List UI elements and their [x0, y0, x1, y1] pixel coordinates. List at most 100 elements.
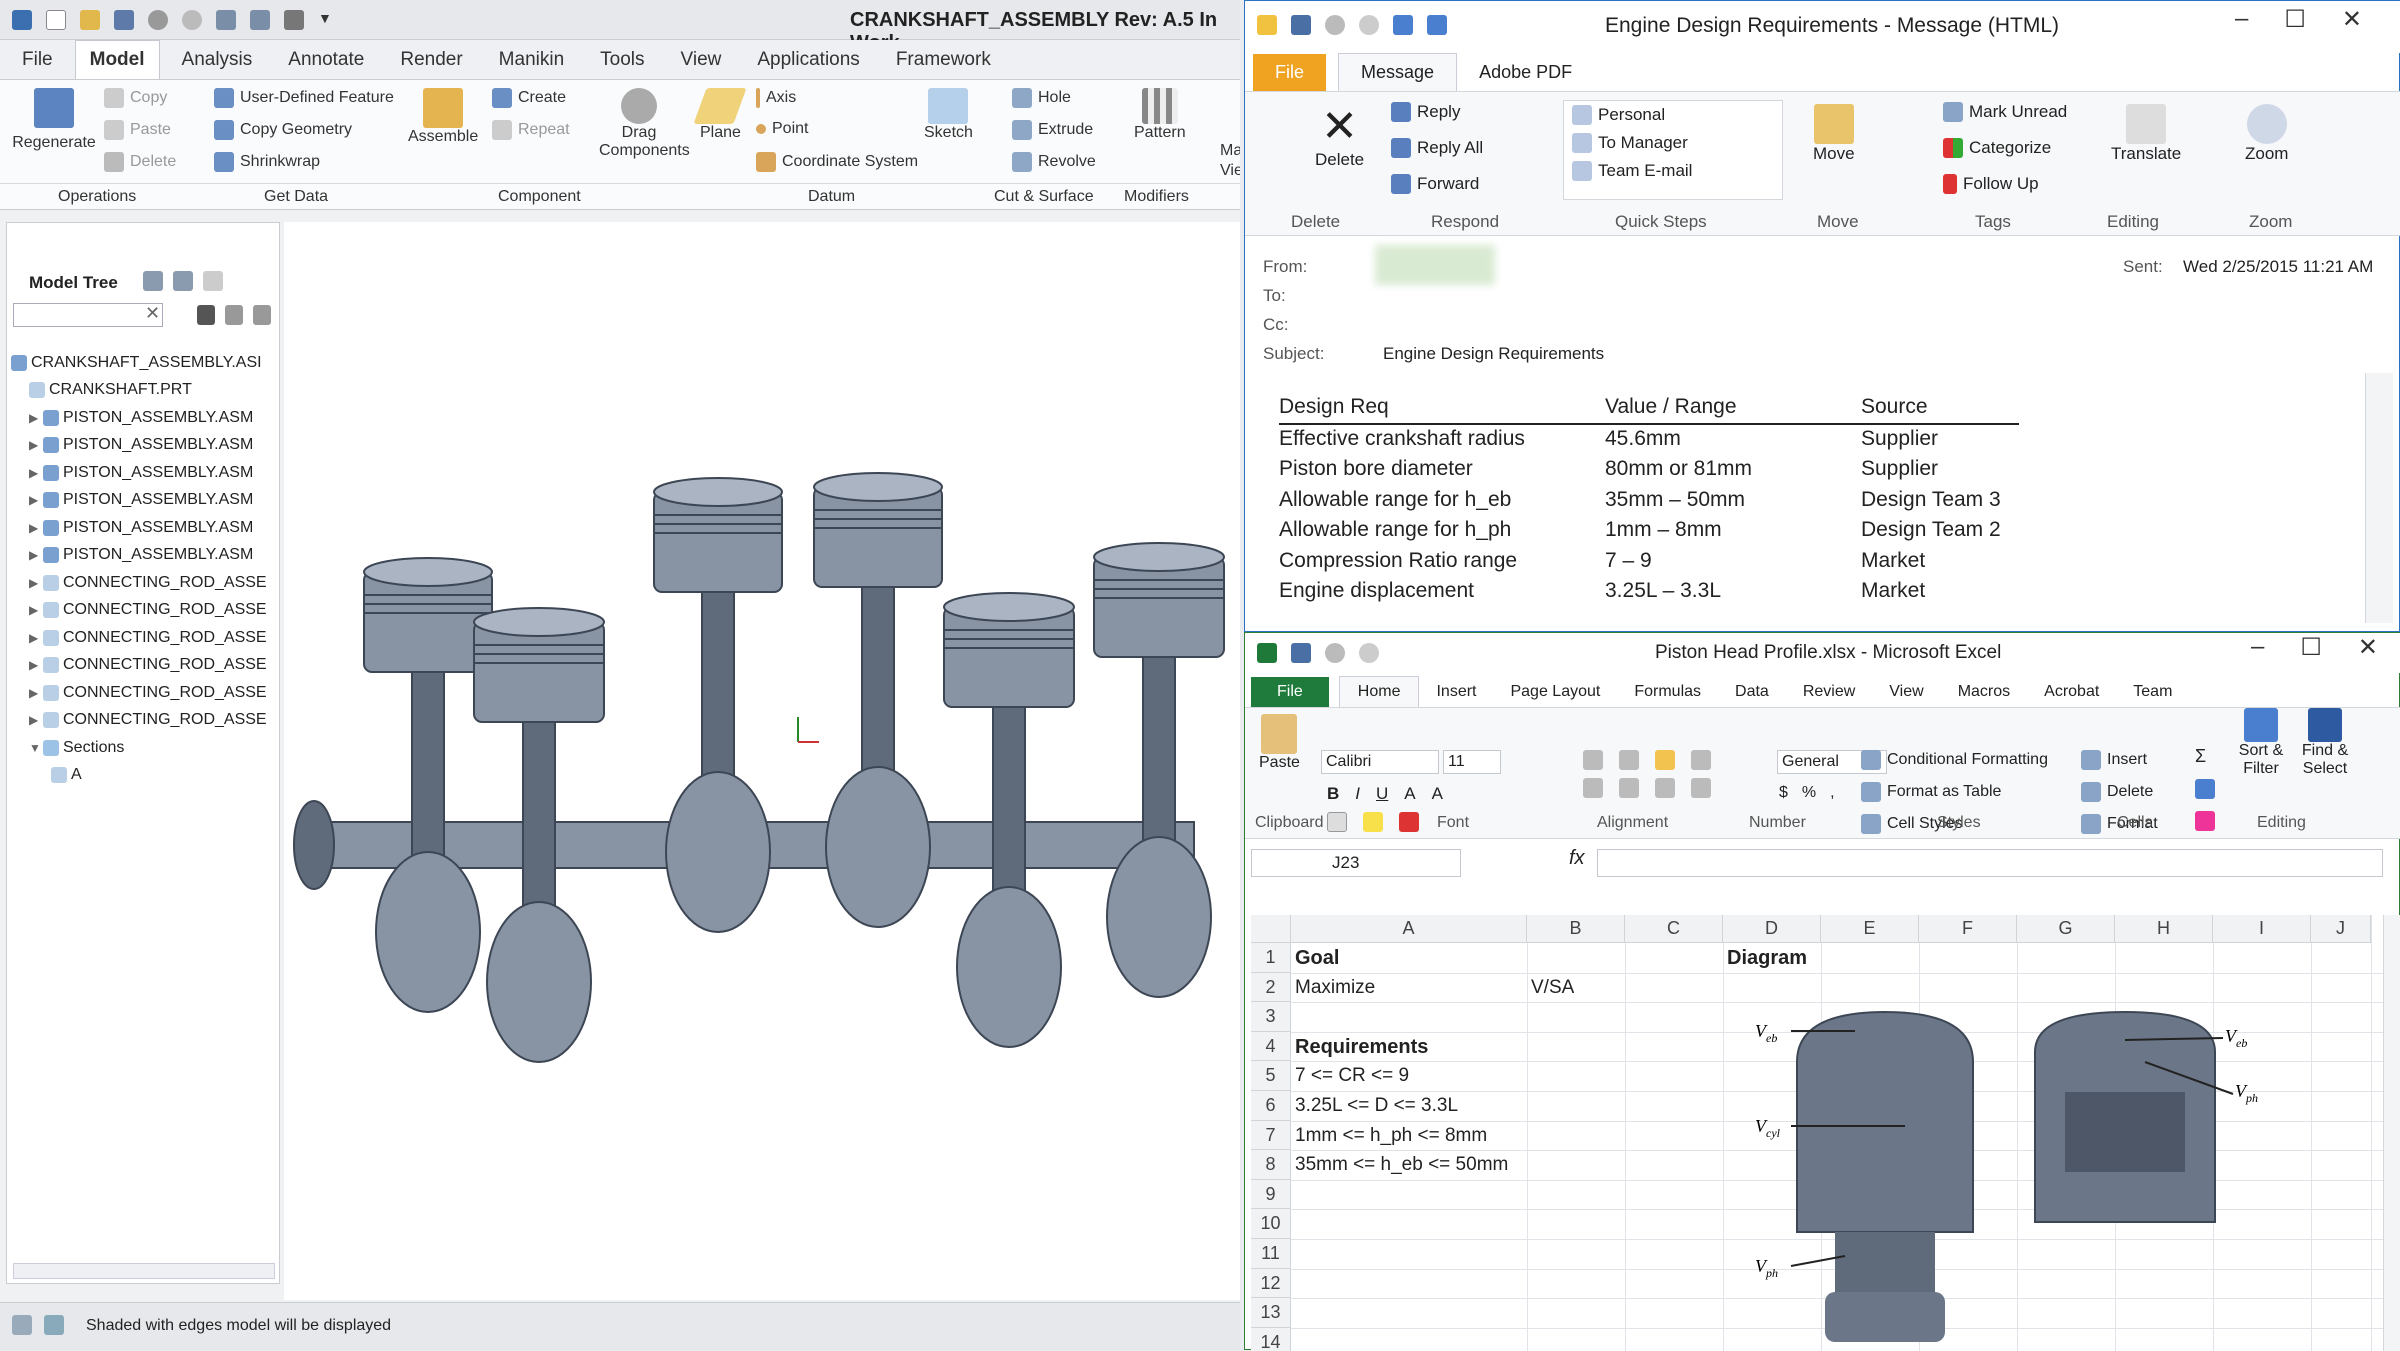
assemble-button[interactable]: Assemble	[408, 88, 478, 146]
row-header[interactable]: 12	[1251, 1268, 1291, 1299]
tree-item[interactable]: CRANKSHAFT_ASSEMBLY.ASI	[11, 349, 277, 377]
status-icon-1[interactable]	[12, 1315, 32, 1335]
crankshaft-end[interactable]	[293, 800, 335, 890]
expand-icon[interactable]: ▶	[29, 466, 43, 480]
tree-item[interactable]: ▶ PISTON_ASSEMBLY.ASM	[11, 432, 277, 460]
udf-button[interactable]: User-Defined Feature	[214, 88, 394, 108]
tab-message[interactable]: Message	[1338, 53, 1458, 91]
merge-icon[interactable]	[1691, 778, 1711, 798]
tab-file[interactable]: File	[8, 41, 67, 79]
formula-input[interactable]	[1597, 849, 2383, 877]
column-header[interactable]: G	[2017, 915, 2115, 943]
tab-review[interactable]: Review	[1786, 677, 1872, 707]
row-header[interactable]: 2	[1251, 972, 1291, 1003]
row-header[interactable]: 1	[1251, 943, 1291, 973]
column-header[interactable]: F	[1919, 915, 2017, 943]
categorize-button[interactable]: Categorize	[1943, 138, 2051, 158]
plane-button[interactable]: Plane	[693, 88, 748, 142]
column-header[interactable]: D	[1723, 915, 1821, 943]
repeat-button[interactable]: Repeat	[492, 120, 570, 140]
tree-item[interactable]: ▶ CONNECTING_ROD_ASSE	[11, 679, 277, 707]
comma-icon[interactable]: ,	[1830, 784, 1834, 802]
redo-icon[interactable]	[1359, 15, 1379, 35]
format-as-table-button[interactable]: Format as Table	[1861, 782, 2001, 802]
column-header[interactable]: H	[2115, 915, 2213, 943]
copy-button[interactable]: Copy	[104, 88, 167, 108]
add-icon[interactable]	[253, 305, 271, 325]
expand-icon[interactable]: ▶	[29, 493, 43, 507]
cell[interactable]: 3.25L <= D <= 3.3L	[1295, 1095, 1458, 1117]
cell[interactable]: Requirements	[1295, 1036, 1428, 1059]
windows-icon[interactable]	[250, 10, 270, 30]
reply-all-button[interactable]: Reply All	[1391, 138, 1483, 158]
maximize-icon[interactable]: ☐	[2300, 633, 2322, 662]
function-icon[interactable]: fx	[1569, 847, 1585, 870]
tab-applications[interactable]: Applications	[743, 41, 873, 79]
crankshaft-assembly-model[interactable]	[284, 222, 1240, 1300]
maximize-icon[interactable]: ☐	[2284, 5, 2306, 34]
save-icon[interactable]	[1291, 643, 1311, 663]
row-header[interactable]: 10	[1251, 1209, 1291, 1239]
tree-item[interactable]: ▶ CONNECTING_ROD_ASSE	[11, 652, 277, 680]
row-header[interactable]: 5	[1251, 1061, 1291, 1091]
column-header[interactable]: B	[1527, 915, 1625, 943]
shrink-font-icon[interactable]: A	[1432, 784, 1443, 804]
tab-tools[interactable]: Tools	[586, 41, 658, 79]
row-header[interactable]: 14	[1251, 1327, 1291, 1351]
customize-icon[interactable]: ▼	[318, 10, 338, 30]
group-cut-surface[interactable]: Cut & Surface	[994, 188, 1094, 206]
quick-step-to-manager[interactable]: To Manager	[1564, 129, 1782, 157]
axis-button[interactable]: Axis	[756, 88, 796, 108]
clear-icon[interactable]	[2195, 811, 2215, 831]
crank-web[interactable]	[825, 766, 931, 928]
tab-page-layout[interactable]: Page Layout	[1493, 677, 1617, 707]
drag-components-button[interactable]: Drag Components	[594, 88, 690, 160]
new-icon[interactable]	[46, 10, 66, 30]
row-header[interactable]: 13	[1251, 1298, 1291, 1328]
row-header[interactable]: 7	[1251, 1120, 1291, 1151]
forward-button[interactable]: Forward	[1391, 174, 1479, 194]
font-color-icon[interactable]	[1399, 812, 1419, 832]
worksheet-vscrollbar[interactable]	[2383, 915, 2400, 1351]
cell[interactable]: 1mm <= h_ph <= 8mm	[1295, 1125, 1487, 1147]
cell[interactable]: Goal	[1295, 947, 1339, 970]
undo-icon[interactable]	[1325, 15, 1345, 35]
sort-filter-button[interactable]: Sort & Filter	[2233, 708, 2289, 778]
redo-icon[interactable]	[1359, 643, 1379, 663]
cell[interactable]: 35mm <= h_eb <= 50mm	[1295, 1154, 1508, 1176]
delete-button[interactable]: Delete	[104, 152, 176, 172]
tab-acrobat[interactable]: Acrobat	[2027, 677, 2116, 707]
bold-icon[interactable]: B	[1327, 784, 1339, 804]
tab-annotate[interactable]: Annotate	[274, 41, 378, 79]
tree-item[interactable]: ▶ PISTON_ASSEMBLY.ASM	[11, 542, 277, 570]
crank-web[interactable]	[665, 771, 771, 933]
clear-search-icon[interactable]: ✕	[145, 303, 160, 324]
autosum-icon[interactable]: Σ	[2195, 746, 2215, 767]
expand-icon[interactable]: ▼	[29, 741, 43, 755]
redo-icon[interactable]	[182, 10, 202, 30]
crank-web[interactable]	[486, 901, 592, 1063]
reply-button[interactable]: Reply	[1391, 102, 1460, 122]
status-icon-2[interactable]	[44, 1315, 64, 1335]
sketch-button[interactable]: Sketch	[924, 88, 973, 142]
shrinkwrap-button[interactable]: Shrinkwrap	[214, 152, 320, 172]
column-header[interactable]: E	[1821, 915, 1919, 943]
undo-icon[interactable]	[148, 10, 168, 30]
expand-icon[interactable]: ▶	[29, 631, 43, 645]
tree-item[interactable]: CRANKSHAFT.PRT	[11, 377, 277, 405]
extrude-button[interactable]: Extrude	[1012, 120, 1093, 140]
wrap-text-icon[interactable]	[1691, 750, 1711, 770]
group-datum[interactable]: Datum	[808, 188, 855, 206]
expand-icon[interactable]: ▶	[29, 686, 43, 700]
column-header[interactable]: A	[1291, 915, 1527, 943]
zoom-button[interactable]: Zoom	[2245, 104, 2288, 164]
expand-icon[interactable]: ▶	[29, 521, 43, 535]
close-window-icon[interactable]	[284, 10, 304, 30]
tree-item[interactable]: ▼ Sections	[11, 734, 277, 762]
copy-geometry-button[interactable]: Copy Geometry	[214, 120, 352, 140]
row-header[interactable]: 6	[1251, 1091, 1291, 1121]
tab-analysis[interactable]: Analysis	[168, 41, 267, 79]
align-middle-icon[interactable]	[1619, 750, 1639, 770]
align-top-icon[interactable]	[1583, 750, 1603, 770]
move-button[interactable]: Move	[1813, 104, 1855, 164]
